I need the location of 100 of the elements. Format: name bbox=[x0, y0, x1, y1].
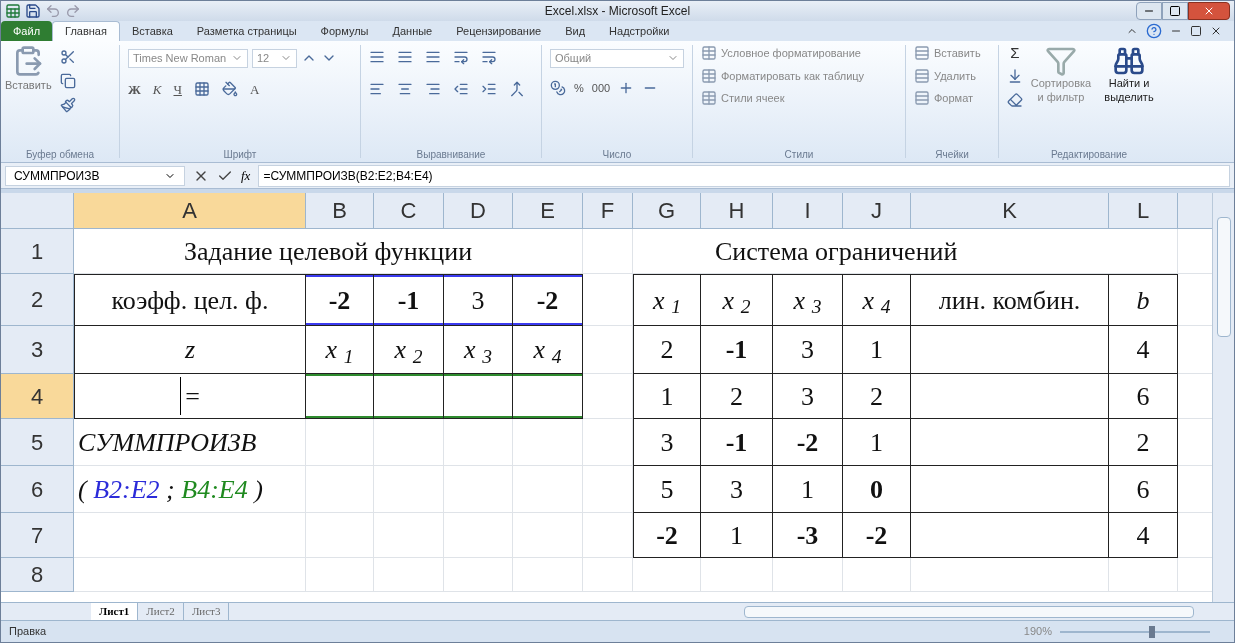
column-header[interactable]: J bbox=[843, 193, 911, 229]
group-label: Редактирование bbox=[1049, 150, 1129, 162]
indent-increase-icon[interactable] bbox=[481, 81, 497, 97]
doc-close-icon[interactable] bbox=[1210, 25, 1222, 37]
excel-logo-icon[interactable] bbox=[5, 3, 21, 19]
ribbon-tab[interactable]: Формулы bbox=[308, 21, 381, 41]
table-cell bbox=[306, 513, 374, 558]
column-header[interactable]: D bbox=[444, 193, 513, 229]
horizontal-scrollbar[interactable] bbox=[744, 605, 1194, 618]
align-top-icon[interactable] bbox=[369, 49, 385, 65]
align-bottom-icon[interactable] bbox=[425, 49, 441, 65]
column-header[interactable]: G bbox=[633, 193, 701, 229]
row-header[interactable]: 5 bbox=[1, 419, 74, 466]
table-cell: коэфф. цел. ф. bbox=[74, 274, 306, 326]
table-cell: -2 bbox=[513, 274, 583, 326]
table-cell bbox=[583, 374, 633, 419]
fill-color-icon[interactable] bbox=[221, 81, 238, 98]
table-cell: 5 bbox=[633, 466, 701, 513]
minimize-button[interactable] bbox=[1136, 2, 1162, 20]
bold-button[interactable]: Ж bbox=[128, 79, 141, 99]
thousands-button[interactable]: 000 bbox=[591, 79, 611, 96]
styles-menu-item[interactable]: Условное форматирование bbox=[701, 45, 897, 62]
group-label: Число bbox=[601, 150, 633, 162]
cut-icon[interactable] bbox=[59, 49, 76, 65]
ribbon-tab[interactable]: Разметка страницы bbox=[184, 21, 309, 41]
table-cell bbox=[374, 466, 444, 513]
ribbon-tab[interactable]: Главная bbox=[52, 21, 120, 41]
underline-button[interactable]: Ч bbox=[173, 79, 182, 99]
maximize-button[interactable] bbox=[1162, 2, 1188, 20]
column-header[interactable]: H bbox=[701, 193, 773, 229]
align-right-icon[interactable] bbox=[425, 81, 441, 97]
clear-icon[interactable] bbox=[1007, 92, 1023, 108]
name-box[interactable]: СУММПРОИЗВ bbox=[5, 165, 185, 186]
close-icon bbox=[1203, 5, 1215, 17]
row-header[interactable]: 6 bbox=[1, 466, 74, 513]
column-header[interactable]: K bbox=[911, 193, 1109, 229]
zoom-slider[interactable] bbox=[1060, 625, 1210, 638]
column-header[interactable]: C bbox=[374, 193, 444, 229]
row-header[interactable]: 2 bbox=[1, 274, 74, 326]
ribbon-tab[interactable]: Данные bbox=[380, 21, 445, 41]
font-name-field[interactable]: Times New Roman bbox=[128, 49, 248, 68]
borders-icon[interactable] bbox=[193, 81, 210, 98]
column-header[interactable]: I bbox=[773, 193, 843, 229]
table-cell: 2 bbox=[843, 374, 911, 419]
align-middle-icon[interactable] bbox=[397, 49, 413, 65]
merge-icon[interactable] bbox=[509, 81, 525, 97]
percent-button[interactable]: % bbox=[574, 79, 584, 96]
insert-function-button[interactable]: fx bbox=[241, 165, 251, 186]
table-cell: 6 bbox=[1109, 466, 1178, 513]
column-header[interactable]: F bbox=[583, 193, 633, 229]
table-cell: лин. комбин. bbox=[911, 274, 1109, 326]
table-cell bbox=[843, 558, 911, 592]
row-header[interactable]: 1 bbox=[1, 229, 74, 274]
align-center-icon[interactable] bbox=[397, 81, 413, 97]
align-left-icon[interactable] bbox=[369, 81, 385, 97]
orientation-icon[interactable] bbox=[453, 49, 469, 65]
ribbon-tab[interactable]: Вид bbox=[553, 21, 598, 41]
formula-field[interactable]: =СУММПРОИЗВ(B2:E2;B4:E4) bbox=[258, 164, 1230, 187]
column-header[interactable]: B bbox=[306, 193, 374, 229]
row-header[interactable]: 4 bbox=[1, 374, 74, 419]
row-header[interactable]: 8 bbox=[1, 558, 74, 592]
row-header[interactable]: 3 bbox=[1, 326, 74, 374]
autosum-button[interactable]: Σ bbox=[1007, 45, 1023, 60]
ribbon-tab[interactable]: Рецензирование bbox=[444, 21, 554, 41]
save-icon[interactable] bbox=[25, 3, 41, 19]
find-select-button[interactable]: Найти и выделить bbox=[1099, 45, 1159, 108]
copy-icon[interactable] bbox=[59, 73, 76, 89]
table-cell: СУММПРОИЗВ bbox=[74, 419, 306, 466]
font-size-field[interactable]: 12 bbox=[252, 49, 297, 68]
indent-decrease-icon[interactable] bbox=[453, 81, 469, 97]
currency-icon[interactable] bbox=[550, 79, 566, 96]
table-cell: -2 bbox=[633, 513, 701, 558]
group-label: Ячейки bbox=[934, 150, 970, 162]
help-icon[interactable] bbox=[1146, 23, 1162, 39]
table-cell bbox=[583, 229, 633, 274]
close-button[interactable] bbox=[1188, 2, 1230, 20]
column-header[interactable]: L bbox=[1109, 193, 1178, 229]
column-header[interactable]: E bbox=[513, 193, 583, 229]
ribbon-tab[interactable]: Файл bbox=[1, 21, 53, 41]
ribbon-tab[interactable]: Вставка bbox=[119, 21, 185, 41]
scrollbar-thumb[interactable] bbox=[1216, 217, 1231, 337]
ribbon-tab[interactable]: Надстройки bbox=[597, 21, 682, 41]
number-format-field[interactable]: Общий bbox=[550, 49, 684, 68]
doc-restore-icon[interactable] bbox=[1190, 25, 1202, 37]
vertical-scrollbar[interactable] bbox=[1212, 193, 1234, 602]
font-color-button[interactable]: А bbox=[249, 79, 260, 99]
column-header[interactable]: A bbox=[74, 193, 306, 229]
row-header[interactable]: 7 bbox=[1, 513, 74, 558]
cells-menu-item[interactable]: Вставить bbox=[914, 45, 990, 62]
binoculars-icon bbox=[1113, 45, 1145, 77]
table-cell bbox=[701, 558, 773, 592]
rows-icon bbox=[914, 67, 930, 84]
brush-icon[interactable] bbox=[59, 97, 76, 113]
zoom-thumb[interactable] bbox=[1149, 625, 1156, 638]
table-cell bbox=[444, 466, 513, 513]
wrap-text-icon[interactable] bbox=[481, 49, 497, 65]
paste-button[interactable]: Вставить bbox=[5, 45, 52, 113]
sheet-tab[interactable]: Лист1 bbox=[91, 603, 139, 620]
italic-button[interactable]: К bbox=[152, 79, 162, 99]
fill-icon[interactable] bbox=[1007, 68, 1023, 84]
